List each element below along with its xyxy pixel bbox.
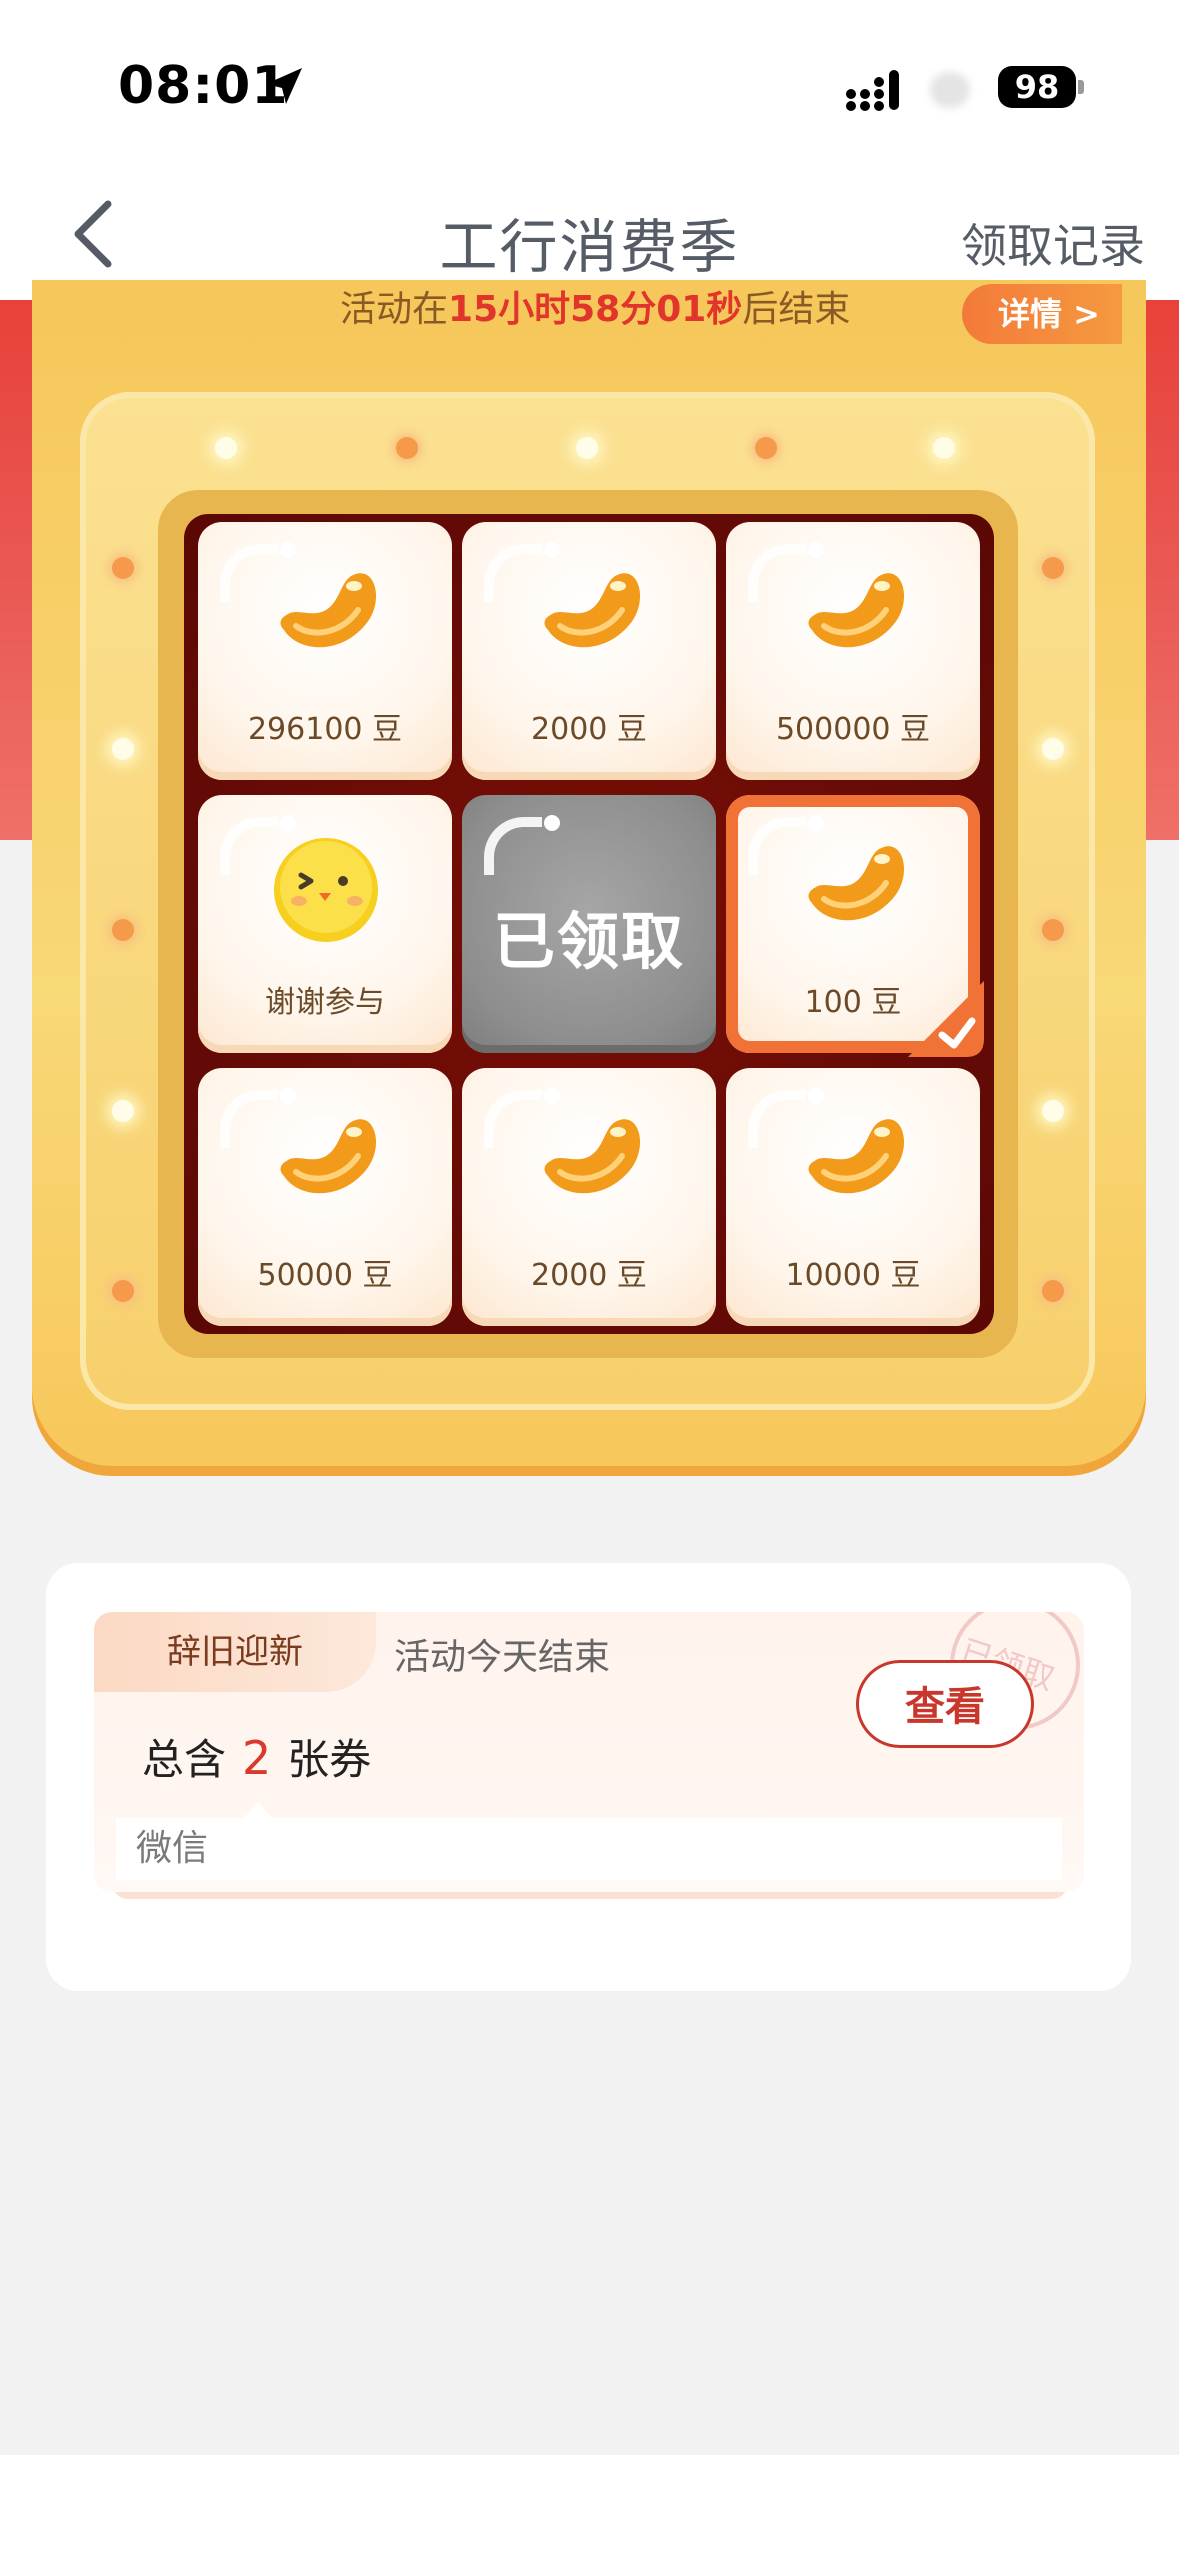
prize-label: 10000 豆 (785, 1258, 921, 1293)
lamp-light (112, 919, 134, 941)
lamp-light (215, 437, 237, 459)
lamp-light (1042, 1100, 1064, 1122)
location-arrow-icon (266, 68, 302, 104)
lamp-light (112, 1280, 134, 1302)
wifi-icon (930, 72, 970, 108)
prize-cell-8[interactable]: 2000 豆 (462, 1068, 716, 1326)
status-bar: 08:01 98 (0, 0, 1179, 170)
record-link[interactable]: 领取记录 (961, 210, 1145, 276)
cell-gloss-dot (808, 1088, 824, 1104)
coupon-tag: 辞旧迎新 (94, 1612, 376, 1692)
bean-icon (808, 846, 905, 921)
cell-gloss-dot (280, 815, 296, 831)
prize-cell-7[interactable]: 50000 豆 (198, 1068, 452, 1326)
signal-icon (846, 70, 899, 111)
bean-icon (280, 573, 377, 648)
lamp-light (1042, 919, 1064, 941)
cell-gloss-dot (544, 815, 560, 831)
prize-label: 谢谢参与 (265, 985, 385, 1020)
prize-label: 296100 豆 (247, 712, 403, 747)
prize-label: 500000 豆 (775, 712, 931, 747)
claimed-cell[interactable]: 已领取 (462, 795, 716, 1053)
prize-label: 2000 豆 (531, 712, 647, 747)
bottom-bar (0, 2455, 1179, 2556)
check-corner-icon (908, 981, 984, 1057)
coupon-subtitle: 活动今天结束 (394, 1637, 611, 1678)
count-suffix: 张券 (287, 1735, 372, 1784)
lamp-light (933, 437, 955, 459)
prize-cell-1[interactable]: 296100 豆 (198, 522, 452, 780)
count-prefix: 总含 (142, 1735, 227, 1784)
cell-gloss (220, 817, 278, 875)
lamp-light (112, 1100, 134, 1122)
channel-field: 微信 (116, 1818, 1062, 1880)
lamp-light (1042, 738, 1064, 760)
bean-icon (808, 1119, 905, 1194)
battery-tip (1078, 80, 1084, 94)
bean-icon (544, 1119, 641, 1194)
cell-gloss-dot (808, 815, 824, 831)
details-button[interactable]: 详情 > (962, 284, 1122, 344)
prize-label: 2000 豆 (531, 1258, 647, 1293)
cell-gloss-dot (280, 542, 296, 558)
prize-cell-9[interactable]: 10000 豆 (726, 1068, 980, 1326)
lamp-light (1042, 1280, 1064, 1302)
cell-gloss-dot (808, 542, 824, 558)
battery-indicator: 98 (998, 66, 1076, 108)
prize-cell-selected[interactable]: 100 豆 (726, 795, 984, 1057)
prize-cell-2[interactable]: 2000 豆 (462, 522, 716, 780)
view-button[interactable]: 查看 (856, 1660, 1034, 1748)
cell-gloss (484, 817, 542, 875)
count-number: 2 (242, 1731, 272, 1785)
prize-cell-4[interactable]: 谢谢参与 (198, 795, 452, 1053)
coupon-count: 总含 2 张券 (142, 1726, 371, 1787)
lamp-light (576, 437, 598, 459)
prize-cell-3[interactable]: 500000 豆 (726, 522, 980, 780)
lamp-light (112, 557, 134, 579)
claimed-label: 已领取 (492, 905, 685, 978)
countdown-time: 15小时58分01秒 (448, 289, 743, 330)
bean-icon (808, 573, 905, 648)
bean-icon (280, 1119, 377, 1194)
bean-icon (544, 573, 641, 648)
countdown-suffix: 后结束 (742, 289, 851, 330)
cell-gloss-dot (544, 542, 560, 558)
lamp-light (396, 437, 418, 459)
chick-face-icon (274, 838, 378, 942)
lamp-light (1042, 557, 1064, 579)
prize-label: 50000 豆 (257, 1258, 393, 1293)
lamp-light (755, 437, 777, 459)
countdown-text: 活动在15小时58分01秒后结束 (340, 280, 850, 332)
lamp-light (112, 738, 134, 760)
cell-gloss-dot (280, 1088, 296, 1104)
channel-notch (244, 1802, 272, 1818)
cell-gloss-dot (544, 1088, 560, 1104)
countdown-prefix: 活动在 (340, 289, 449, 330)
